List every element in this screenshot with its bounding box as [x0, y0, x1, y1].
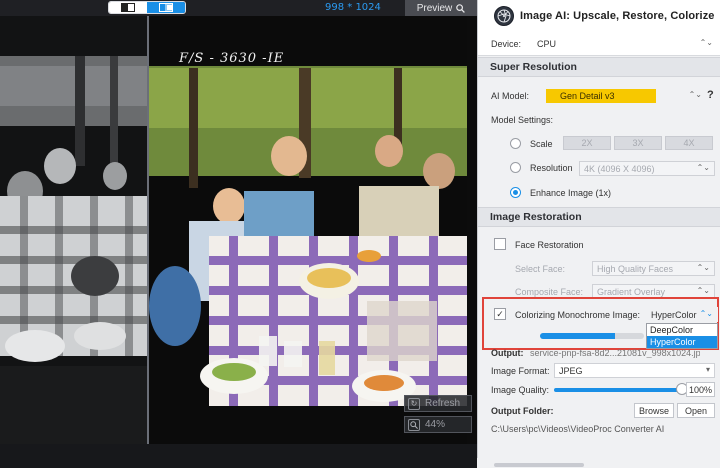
- composite-face-value: Gradient Overlay: [597, 286, 666, 297]
- colorize-checkbox[interactable]: ✓: [494, 308, 506, 320]
- preview-area: 998 * 1024 Preview F/S - 3630 -IE ↻ Refr…: [0, 0, 477, 468]
- search-icon: [456, 3, 466, 13]
- preview-button[interactable]: Preview: [405, 0, 477, 16]
- ai-model-value: Gen Detail v3: [546, 88, 656, 103]
- enhanced-image: F/S - 3630 -IE: [149, 16, 467, 444]
- chevron-down-icon: ▾: [705, 365, 710, 374]
- preview-label: Preview: [416, 2, 453, 14]
- preview-toolbar: 998 * 1024 Preview: [0, 0, 477, 16]
- colorize-select[interactable]: HyperColor ⌃⌄: [646, 307, 718, 322]
- single-view-icon: [121, 3, 135, 12]
- scale-label: Scale: [530, 139, 553, 149]
- resolution-readout: 998 * 1024: [325, 2, 381, 13]
- panel-header: Image AI: Upscale, Restore, Colorize: [478, 0, 720, 32]
- scale-2x-button[interactable]: 2X: [563, 136, 611, 150]
- image-quality-value[interactable]: 100%: [686, 382, 715, 397]
- resolution-label: Resolution: [530, 163, 573, 173]
- ai-model-label: AI Model:: [491, 91, 530, 101]
- film-edge-label: F/S - 3630 -IE: [179, 51, 285, 66]
- split-view-button[interactable]: [147, 2, 185, 13]
- zoom-icon: [408, 418, 420, 431]
- output-folder-path: C:\Users\pc\Videos\VideoProc Converter A…: [491, 424, 665, 434]
- enhance-image-label: Enhance Image (1x): [530, 188, 612, 198]
- output-filename: service-pnp-fsa-8d2...21081v_998x1024.jp…: [530, 348, 700, 358]
- original-image: [0, 16, 147, 444]
- colorize-progress-bar: [540, 333, 644, 339]
- colorize-dropdown-list[interactable]: DeepColor HyperColor: [646, 323, 718, 349]
- chevron-updown-icon: ⌃⌄: [688, 90, 702, 99]
- device-select[interactable]: CPU ⌃⌄: [532, 36, 718, 51]
- image-format-value: JPEG: [559, 365, 583, 376]
- super-resolution-title: Super Resolution: [490, 61, 577, 73]
- option-deepcolor[interactable]: DeepColor: [647, 324, 717, 336]
- colorize-label: Colorizing Monochrome Image:: [515, 310, 641, 320]
- model-settings-label: Model Settings:: [491, 115, 554, 125]
- zoom-button[interactable]: 44%: [404, 416, 472, 433]
- resolution-value: 4K (4096 X 4096): [584, 163, 655, 174]
- scale-4x-button[interactable]: 4X: [665, 136, 713, 150]
- device-row: Device: CPU ⌃⌄: [478, 32, 720, 56]
- resolution-select[interactable]: 4K (4096 X 4096) ⌃⌄: [579, 161, 715, 176]
- colorize-progress-fill: [540, 333, 615, 339]
- select-face-value: High Quality Faces: [597, 263, 674, 274]
- scale-3x-button[interactable]: 3X: [614, 136, 662, 150]
- image-restoration-title: Image Restoration: [490, 211, 582, 223]
- panel-title: Image AI: Upscale, Restore, Colorize: [520, 10, 715, 22]
- refresh-icon: ↻: [408, 397, 420, 410]
- select-face-label: Select Face:: [515, 264, 566, 274]
- image-format-select[interactable]: JPEG ▾: [554, 363, 715, 378]
- ai-model-select[interactable]: Gen Detail v3 ⌃⌄: [545, 88, 705, 103]
- refresh-button[interactable]: ↻ Refresh: [404, 395, 472, 412]
- output-folder-label: Output Folder:: [491, 406, 554, 416]
- view-mode-toggle[interactable]: [108, 1, 186, 14]
- image-quality-slider[interactable]: [554, 388, 682, 392]
- chevron-updown-icon: ⌃⌄: [696, 263, 710, 272]
- chevron-updown-icon: ⌃⌄: [699, 38, 713, 47]
- composite-face-label: Composite Face:: [515, 287, 584, 297]
- enhance-image-radio[interactable]: [510, 187, 521, 198]
- film-edge: [467, 16, 477, 444]
- output-label: Output:: [491, 348, 524, 358]
- device-value: CPU: [537, 38, 557, 49]
- open-button[interactable]: Open: [677, 403, 715, 418]
- chevron-updown-icon: ⌃⌄: [696, 163, 710, 172]
- preview-bottom-strip: [0, 444, 477, 468]
- aperture-icon: [494, 6, 514, 26]
- scale-radio[interactable]: [510, 138, 521, 149]
- chevron-updown-icon: ⌃⌄: [696, 286, 710, 295]
- image-restoration-header[interactable]: Image Restoration: [478, 207, 720, 227]
- face-restoration-checkbox[interactable]: [494, 238, 506, 250]
- option-hypercolor[interactable]: HyperColor: [647, 336, 717, 348]
- settings-panel: Image AI: Upscale, Restore, Colorize Dev…: [477, 0, 720, 468]
- single-view-button[interactable]: [109, 2, 147, 13]
- refresh-label: Refresh: [425, 398, 461, 409]
- resolution-radio[interactable]: [510, 162, 521, 173]
- select-face-select[interactable]: High Quality Faces ⌃⌄: [592, 261, 715, 276]
- check-icon: ✓: [496, 308, 504, 319]
- horizontal-scrollbar[interactable]: [494, 463, 584, 467]
- colorize-value: HyperColor: [651, 309, 697, 320]
- zoom-level: 44%: [425, 419, 446, 430]
- chevron-updown-icon: ⌃⌄: [699, 309, 713, 318]
- device-label: Device:: [491, 39, 522, 49]
- split-view-icon: [159, 3, 173, 12]
- image-format-label: Image Format:: [491, 366, 550, 376]
- super-resolution-header[interactable]: Super Resolution: [478, 57, 720, 77]
- image-quality-label: Image Quality:: [491, 385, 550, 395]
- face-restoration-label: Face Restoration: [515, 240, 584, 250]
- app-window: 998 * 1024 Preview F/S - 3630 -IE ↻ Refr…: [0, 0, 720, 468]
- browse-button[interactable]: Browse: [634, 403, 674, 418]
- help-icon[interactable]: ?: [707, 89, 714, 101]
